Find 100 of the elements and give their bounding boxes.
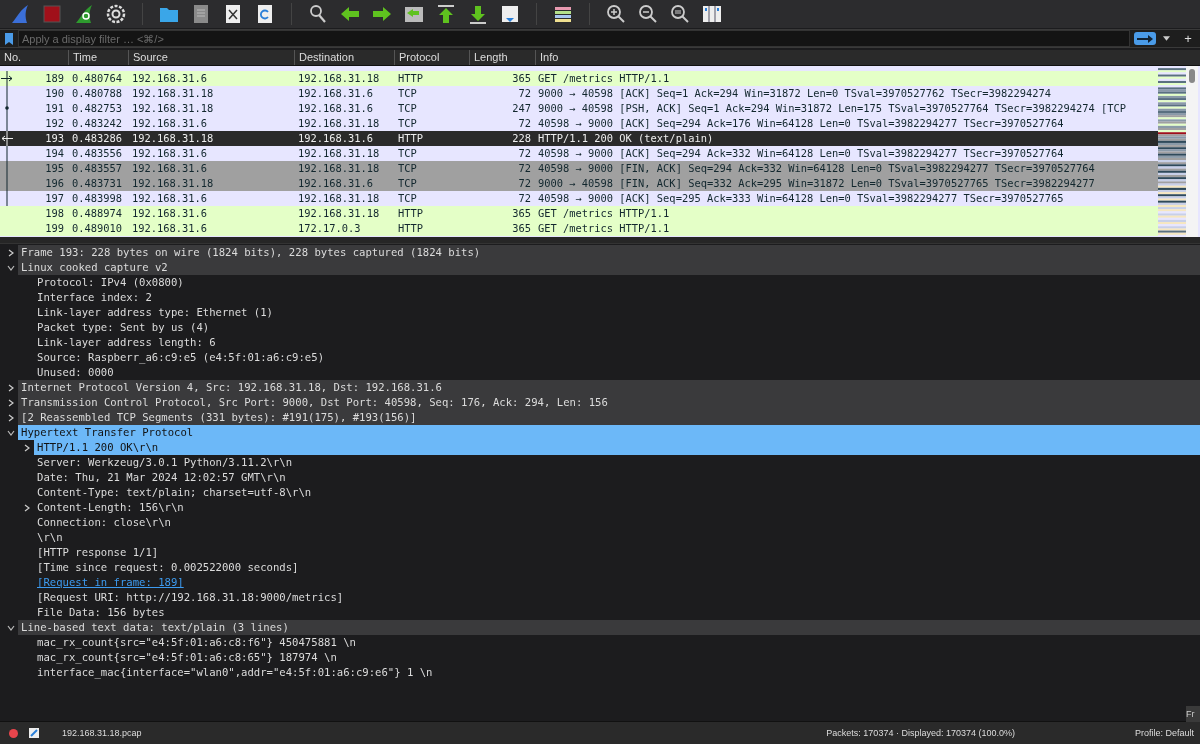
- table-cell-text: 198: [44, 206, 65, 221]
- column-header[interactable]: No.: [0, 50, 68, 65]
- tree-item-text: Content-Type: text/plain; charset=utf-8\r\n: [36, 485, 312, 500]
- packet-row[interactable]: 198 0.488974 192.168.31.6 192.168.31.18 HTTP 365 GET /metrics HTTP/1.1: [0, 206, 1158, 221]
- table-cell-text: 192.168.31.6: [297, 131, 375, 146]
- tree-item[interactable]: interface_mac{interface="wlan0",addr="e4:5f:01:a6:c9:e6"} 1 \n: [0, 665, 1200, 680]
- stop-icon: [41, 3, 63, 25]
- table-cell-text: 192.168.31.18: [297, 206, 381, 221]
- tree-item[interactable]: mac_rx_count{src="e4:5f:01:a6:c8:f6"} 450475881 \n: [0, 635, 1200, 650]
- zoom-reset-icon: [669, 3, 691, 25]
- table-cell-text: 192.168.31.18: [297, 146, 381, 161]
- packet-row[interactable]: 195 0.483557 192.168.31.6 192.168.31.18 TCP 72 40598 → 9000 [FIN, ACK] Seq=294 Ack=332 Win=64128 Len=0 TSval=3982294277 TSecr=3970527764: [0, 161, 1158, 176]
- packet-row[interactable]: 196 0.483731 192.168.31.18 192.168.31.6 TCP 72 9000 → 40598 [FIN, ACK] Seq=332 Ack=295 Win=31872 Len=0 TSval=3970527765 TSecr=3982294277: [0, 176, 1158, 191]
- toolbar-button[interactable]: [104, 2, 128, 26]
- tree-item[interactable]: [Request URI: http://192.168.31.18:9000/metrics]: [0, 590, 1200, 605]
- collapsed-chevron-icon[interactable]: [7, 248, 15, 257]
- tree-item[interactable]: Unused: 0000: [0, 365, 1200, 380]
- packet-count: Packets: 170374 · Displayed: 170374 (100.0%): [826, 728, 1015, 738]
- shark-fin-icon: [73, 3, 95, 25]
- table-cell-text: 0.480764: [71, 71, 124, 86]
- scrollbar-thumb[interactable]: [1189, 69, 1195, 83]
- table-cell-text: 72: [517, 176, 532, 191]
- table-cell-text: 72: [517, 161, 532, 176]
- tree-item[interactable]: \r\n: [0, 530, 1200, 545]
- filter-field[interactable]: Apply a display filter … <⌘/>: [18, 30, 1130, 47]
- table-cell-text: HTTP: [397, 206, 425, 221]
- status-dot-icon[interactable]: [9, 728, 18, 738]
- tree-item[interactable]: Content-Type: text/plain; charset=utf-8\r\n: [0, 485, 1200, 500]
- expanded-chevron-icon[interactable]: [7, 428, 15, 437]
- table-cell-text: 0.480788: [71, 86, 124, 101]
- comment-icon[interactable]: [28, 727, 40, 739]
- tree-item[interactable]: Server: Werkzeug/3.0.1 Python/3.11.2\r\n: [0, 455, 1200, 470]
- table-cell-text: 72: [517, 116, 532, 131]
- column-header[interactable]: Info: [535, 50, 1158, 65]
- tree-item[interactable]: Date: Thu, 21 Mar 2024 12:02:57 GMT\r\n: [0, 470, 1200, 485]
- table-cell-text: 228: [511, 131, 532, 146]
- tree-item[interactable]: mac_rx_count{src="e4:5f:01:a6:c8:65"} 187974 \n: [0, 650, 1200, 665]
- profile-label[interactable]: Profile: Default: [1134, 728, 1194, 738]
- packet-row[interactable]: 193 0.483286 192.168.31.18 192.168.31.6 HTTP 228 HTTP/1.1 200 OK (text/plain): [0, 131, 1158, 146]
- packet-row[interactable]: 199 0.489010 192.168.31.6 172.17.0.3 HTTP 365 GET /metrics HTTP/1.1: [0, 221, 1158, 236]
- column-header[interactable]: Source: [128, 50, 294, 65]
- tree-item[interactable]: File Data: 156 bytes: [0, 605, 1200, 620]
- tree-item[interactable]: Connection: close\r\n: [0, 515, 1200, 530]
- tree-item[interactable]: Protocol: IPv4 (0x0800): [0, 275, 1200, 290]
- tree-item[interactable]: Content-Length: 156\r\n: [0, 500, 1200, 515]
- search-icon: [307, 3, 329, 25]
- autoscroll-icon: [499, 3, 521, 25]
- tree-item-text: mac_rx_count{src="e4:5f:01:a6:c8:f6"} 450475881 \n: [36, 635, 356, 650]
- table-cell-text: 192.168.31.18: [131, 131, 215, 146]
- scrollbar[interactable]: [1186, 66, 1198, 237]
- table-cell-text: HTTP: [397, 71, 425, 86]
- tree-item[interactable]: Packet type: Sent by us (4): [0, 320, 1200, 335]
- collapsed-chevron-icon[interactable]: [7, 398, 15, 407]
- tree-item[interactable]: Link-layer address type: Ethernet (1): [0, 305, 1200, 320]
- tree-item[interactable]: [HTTP response 1/1]: [0, 545, 1200, 560]
- table-cell-text: 247: [511, 101, 532, 116]
- column-header[interactable]: Destination: [294, 50, 394, 65]
- expanded-chevron-icon[interactable]: [7, 623, 15, 632]
- frame-link[interactable]: [Request in frame: 189]: [34, 575, 184, 590]
- table-cell-text: 190: [44, 86, 65, 101]
- column-header[interactable]: Length: [469, 50, 535, 65]
- table-cell-text: 192.168.31.6: [131, 161, 209, 176]
- table-cell-text: 40598 → 9000 [ACK] Seq=295 Ack=333 Win=64128 Len=0 TSval=3982294277 TSecr=3970527765: [537, 191, 1065, 206]
- table-cell-text: 192.168.31.6: [131, 221, 209, 236]
- table-cell-text: 0.489010: [71, 221, 124, 236]
- side-tab[interactable]: Fr: [1186, 706, 1200, 722]
- settings-icon: [105, 3, 127, 25]
- table-cell-text: 192.168.31.6: [131, 146, 209, 161]
- column-header[interactable]: Time: [68, 50, 128, 65]
- table-cell-text: 0.483242: [71, 116, 124, 131]
- column-header[interactable]: Protocol: [394, 50, 469, 65]
- table-cell-text: 192.168.31.18: [131, 101, 215, 116]
- table-cell-text: TCP: [397, 176, 418, 191]
- table-cell-text: TCP: [397, 191, 418, 206]
- table-cell-text: 40598 → 9000 [ACK] Seq=294 Ack=176 Win=64128 Len=0 TSval=3982294277 TSecr=3970527764: [537, 116, 1065, 131]
- apply-filter-button[interactable]: [1134, 32, 1156, 45]
- packet-row[interactable]: 189 0.480764 192.168.31.6 192.168.31.18 HTTP 365 GET /metrics HTTP/1.1: [0, 71, 1158, 86]
- collapsed-chevron-icon[interactable]: [7, 413, 15, 422]
- tree-item-text: [Time since request: 0.002522000 seconds]: [36, 560, 299, 575]
- add-filter-button[interactable]: +: [1176, 31, 1200, 46]
- tree-item[interactable]: Source: Raspberr_a6:c9:e5 (e4:5f:01:a6:c9:e5): [0, 350, 1200, 365]
- tree-item[interactable]: [Time since request: 0.002522000 seconds]: [0, 560, 1200, 575]
- table-cell-text: TCP: [397, 86, 418, 101]
- table-cell-text: TCP: [397, 161, 418, 176]
- collapsed-chevron-icon[interactable]: [23, 503, 31, 512]
- bookmark-icon[interactable]: [3, 31, 15, 46]
- table-cell-text: 192.168.31.6: [297, 101, 375, 116]
- tree-item[interactable]: Link-layer address length: 6: [0, 335, 1200, 350]
- expanded-chevron-icon[interactable]: [7, 263, 15, 272]
- table-cell-text: 0.483557: [71, 161, 124, 176]
- table-cell-text: 192.168.31.18: [131, 86, 215, 101]
- tree-item[interactable]: Interface index: 2: [0, 290, 1200, 305]
- collapsed-chevron-icon[interactable]: [7, 383, 15, 392]
- table-cell-text: 192.168.31.6: [131, 191, 209, 206]
- collapsed-chevron-icon[interactable]: [23, 443, 31, 452]
- tree-item-text: File Data: 156 bytes: [36, 605, 165, 620]
- file-name: 192.168.31.18.pcap: [62, 728, 142, 738]
- packet-minimap[interactable]: [1158, 66, 1186, 237]
- tree-item[interactable]: [Request in frame: 189]: [0, 575, 1200, 590]
- resize-columns-icon: [701, 3, 723, 25]
